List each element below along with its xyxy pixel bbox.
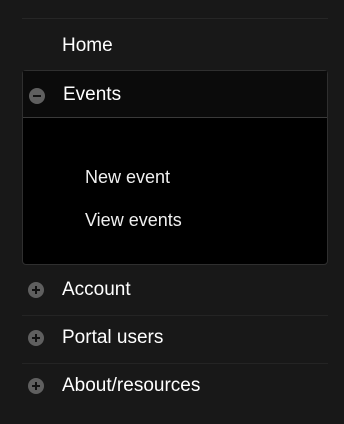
subitem-new-event[interactable]: New event bbox=[85, 166, 170, 188]
divider bbox=[22, 18, 328, 19]
plus-circle-icon bbox=[28, 282, 44, 298]
plus-circle-icon bbox=[28, 378, 44, 394]
nav-item-home-label: Home bbox=[62, 35, 113, 56]
events-panel: Events New event View events bbox=[22, 70, 328, 265]
minus-circle-icon bbox=[29, 88, 45, 104]
nav-item-about-resources-label: About/resources bbox=[62, 375, 201, 396]
nav-item-portal-users[interactable]: Portal users bbox=[22, 316, 328, 364]
nav-item-portal-users-label: Portal users bbox=[62, 327, 164, 348]
nav-item-events-label: Events bbox=[63, 84, 122, 105]
nav-item-home[interactable]: Home bbox=[22, 34, 328, 58]
sidebar-nav: Home Events New event View events Accoun… bbox=[0, 0, 344, 424]
nav-item-account-label: Account bbox=[62, 279, 131, 300]
nav-item-events[interactable]: Events bbox=[23, 71, 327, 118]
plus-circle-icon bbox=[28, 330, 44, 346]
nav-item-about-resources[interactable]: About/resources bbox=[22, 364, 328, 412]
nav-item-account[interactable]: Account bbox=[22, 268, 328, 316]
subitem-view-events[interactable]: View events bbox=[85, 209, 182, 231]
